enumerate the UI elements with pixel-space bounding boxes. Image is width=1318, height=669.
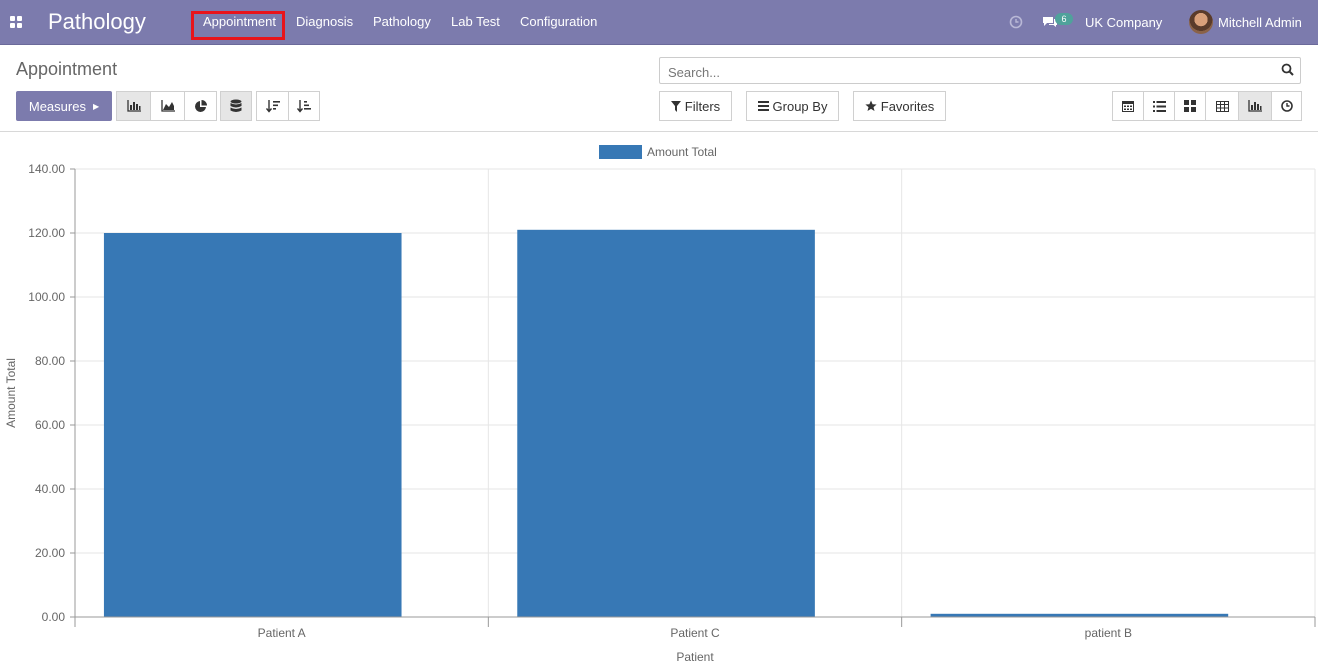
menu-diagnosis[interactable]: Diagnosis (296, 14, 353, 29)
x-tick-label: patient B (1085, 626, 1132, 640)
activity-view-button[interactable] (1271, 91, 1302, 121)
calendar-icon (1122, 101, 1134, 112)
page-title: Appointment (16, 59, 118, 79)
x-tick-label: Patient C (670, 626, 720, 640)
company-switcher[interactable]: UK Company (1085, 15, 1162, 30)
bar-chart-button[interactable] (116, 91, 151, 121)
search-bar[interactable] (659, 57, 1301, 84)
favorites-label: Favorites (880, 98, 935, 114)
star-icon (865, 100, 877, 111)
bar-patient-a[interactable] (103, 233, 402, 617)
y-tick-label: 20.00 (35, 546, 65, 560)
sort-ascending-button[interactable] (288, 91, 320, 121)
y-tick-label: 40.00 (35, 482, 65, 496)
stacked-toggle-button[interactable] (220, 91, 252, 121)
menu-configuration[interactable]: Configuration (520, 14, 597, 29)
bar-patient-c[interactable] (517, 229, 815, 618)
graph-icon (1248, 100, 1262, 112)
pivot-icon (1215, 100, 1229, 112)
kanban-view-button[interactable] (1174, 91, 1206, 121)
x-tick-label: Patient A (258, 626, 306, 640)
user-menu[interactable]: Mitchell Admin (1218, 15, 1302, 30)
legend-label: Amount Total (647, 145, 717, 159)
database-icon (230, 99, 242, 112)
pivot-view-button[interactable] (1205, 91, 1239, 121)
pie-chart-icon (195, 99, 207, 112)
search-icon[interactable] (1281, 63, 1294, 76)
top-navbar: Pathology Appointment Diagnosis Patholog… (0, 0, 1318, 45)
y-tick-label: 140.00 (28, 162, 65, 176)
x-axis-label: Patient (676, 650, 714, 664)
caret-right-icon: ▶ (92, 101, 100, 111)
y-axis-label: Amount Total (4, 358, 18, 428)
y-tick-label: 0.00 (42, 610, 66, 624)
sort-descending-button[interactable] (256, 91, 289, 121)
apps-grid-icon[interactable] (10, 16, 23, 29)
messages-count-badge: 6 (1055, 13, 1073, 25)
y-tick-label: 120.00 (28, 226, 65, 240)
graph-view-button[interactable] (1238, 91, 1272, 121)
app-title: Pathology (48, 9, 146, 34)
sort-ascending-icon (297, 100, 311, 113)
measures-button[interactable]: Measures ▶ (16, 91, 112, 121)
legend-swatch (599, 145, 642, 159)
list-icon (1152, 100, 1166, 112)
graph-chart: 0.00 20.00 40.00 60.00 80.00 100.00 120.00 140.… (4, 145, 1316, 664)
filters-label: Filters (684, 98, 721, 114)
line-chart-icon (160, 100, 175, 112)
favorites-button[interactable]: Favorites (853, 91, 946, 121)
line-chart-button[interactable] (150, 91, 185, 121)
calendar-view-button[interactable] (1112, 91, 1144, 121)
pie-chart-button[interactable] (184, 91, 217, 121)
kanban-icon (1184, 100, 1196, 112)
y-tick-label: 80.00 (35, 354, 65, 368)
measures-label: Measures (28, 98, 86, 114)
y-tick-label: 60.00 (35, 418, 65, 432)
bar-chart-icon (126, 100, 141, 112)
y-tick-label: 100.00 (28, 290, 65, 304)
filter-icon (670, 100, 681, 112)
sort-descending-icon (265, 100, 280, 113)
group-by-button[interactable]: Group By (746, 91, 839, 121)
list-view-button[interactable] (1143, 91, 1175, 121)
filters-button[interactable]: Filters (659, 91, 732, 121)
menu-lab-test[interactable]: Lab Test (451, 14, 500, 29)
user-avatar[interactable] (1189, 10, 1213, 34)
chart-bars (103, 229, 1229, 618)
search-input[interactable] (666, 61, 1270, 83)
activity-icon (1280, 100, 1293, 112)
chart-legend[interactable]: Amount Total (599, 145, 717, 159)
bars-icon (757, 101, 769, 111)
menu-pathology[interactable]: Pathology (373, 14, 431, 29)
group-by-label: Group By (772, 98, 828, 114)
appointment-highlight-box (191, 11, 285, 40)
clock-icon[interactable] (1009, 15, 1023, 29)
